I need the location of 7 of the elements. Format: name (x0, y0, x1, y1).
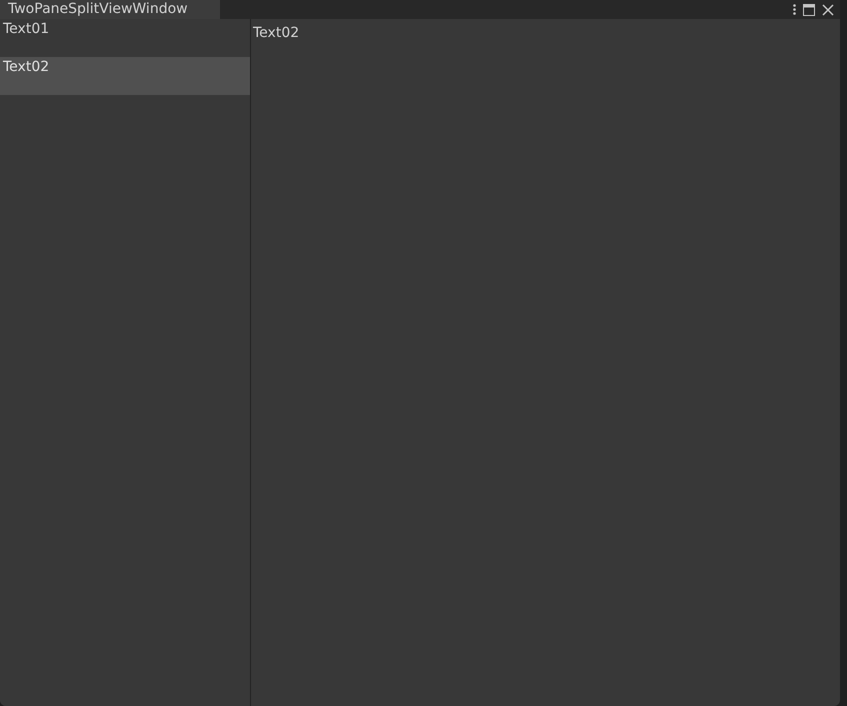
close-icon[interactable] (822, 4, 834, 16)
more-icon[interactable] (793, 4, 796, 15)
detail-text: Text02 (253, 25, 300, 41)
list-item[interactable]: Text02 (0, 57, 250, 95)
maximize-icon[interactable] (803, 4, 815, 16)
window-tab[interactable]: TwoPaneSplitViewWindow (0, 0, 220, 19)
list-item[interactable]: Text01 (0, 19, 250, 57)
